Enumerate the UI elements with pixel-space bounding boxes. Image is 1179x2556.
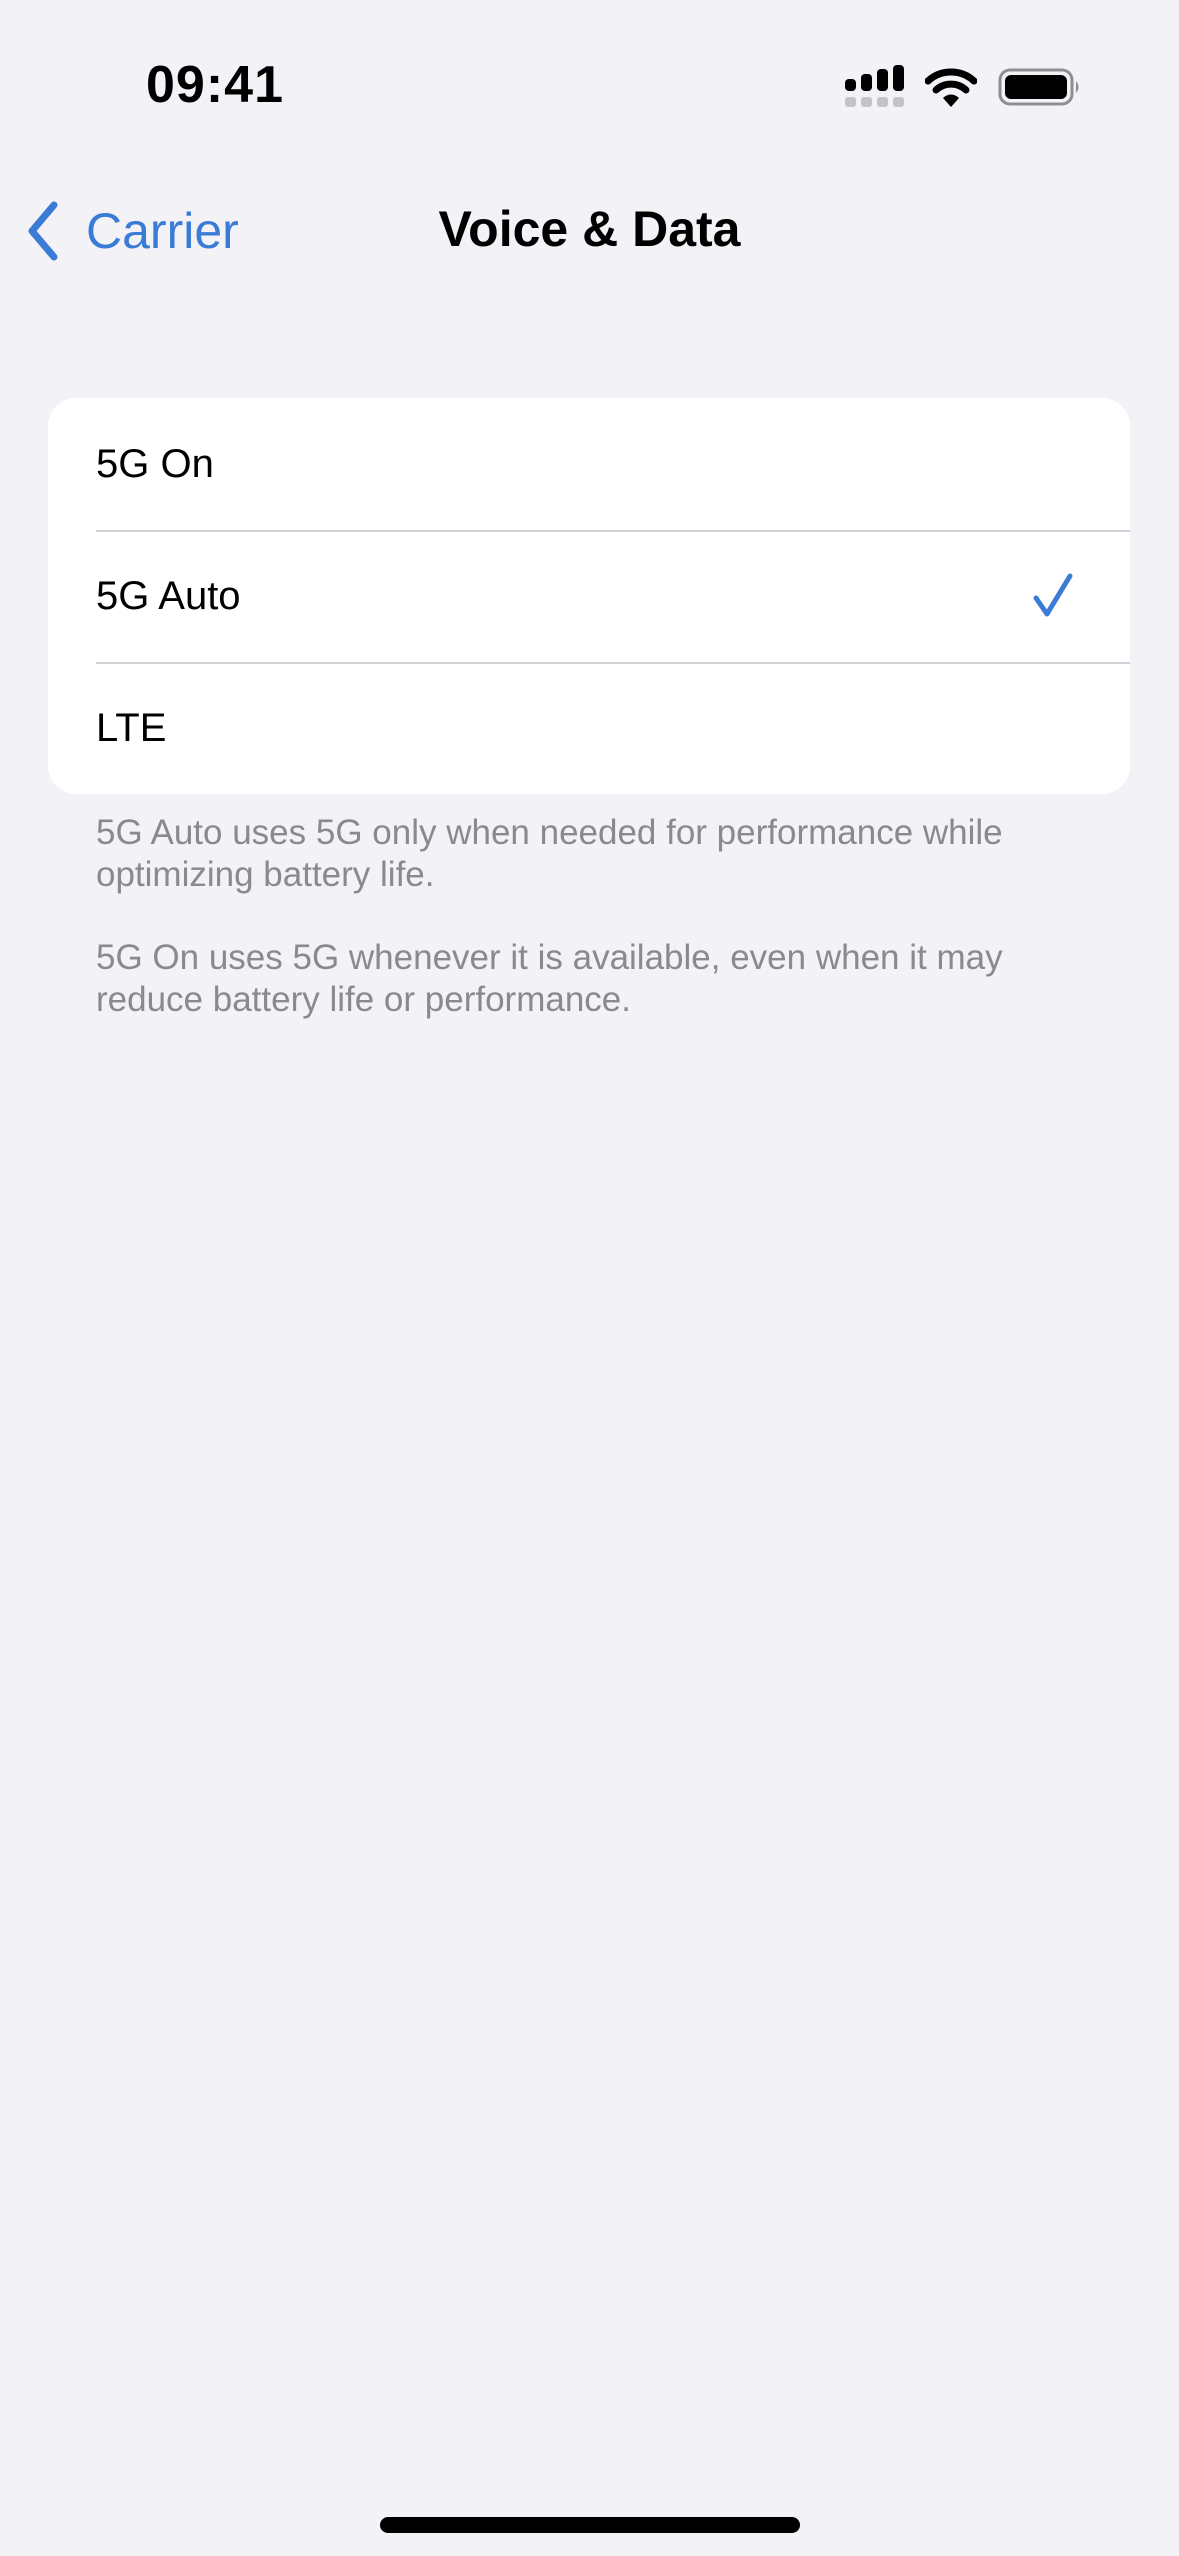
option-label: LTE: [96, 705, 167, 750]
status-time: 09:41: [146, 56, 284, 114]
option-lte[interactable]: LTE: [48, 662, 1130, 794]
option-5g-on[interactable]: 5G On: [48, 398, 1130, 530]
option-label: 5G Auto: [96, 573, 241, 618]
home-indicator[interactable]: [380, 2517, 800, 2533]
checkmark-icon: [1033, 573, 1073, 617]
battery-icon: [998, 68, 1079, 106]
navigation-bar: Carrier Voice & Data: [0, 180, 1179, 280]
page-title: Voice & Data: [438, 201, 741, 257]
wifi-icon: [925, 68, 977, 107]
cellular-signal-icon: [845, 65, 904, 107]
option-5g-auto[interactable]: 5G Auto: [48, 530, 1130, 662]
network-mode-list: 5G On 5G Auto LTE: [48, 398, 1130, 794]
5g-auto-description: 5G Auto uses 5G only when needed for per…: [96, 813, 1003, 894]
option-label: 5G On: [96, 441, 214, 486]
status-bar: 09:41: [0, 0, 1179, 170]
5g-on-description: 5G On uses 5G whenever it is available, …: [96, 938, 1003, 1019]
